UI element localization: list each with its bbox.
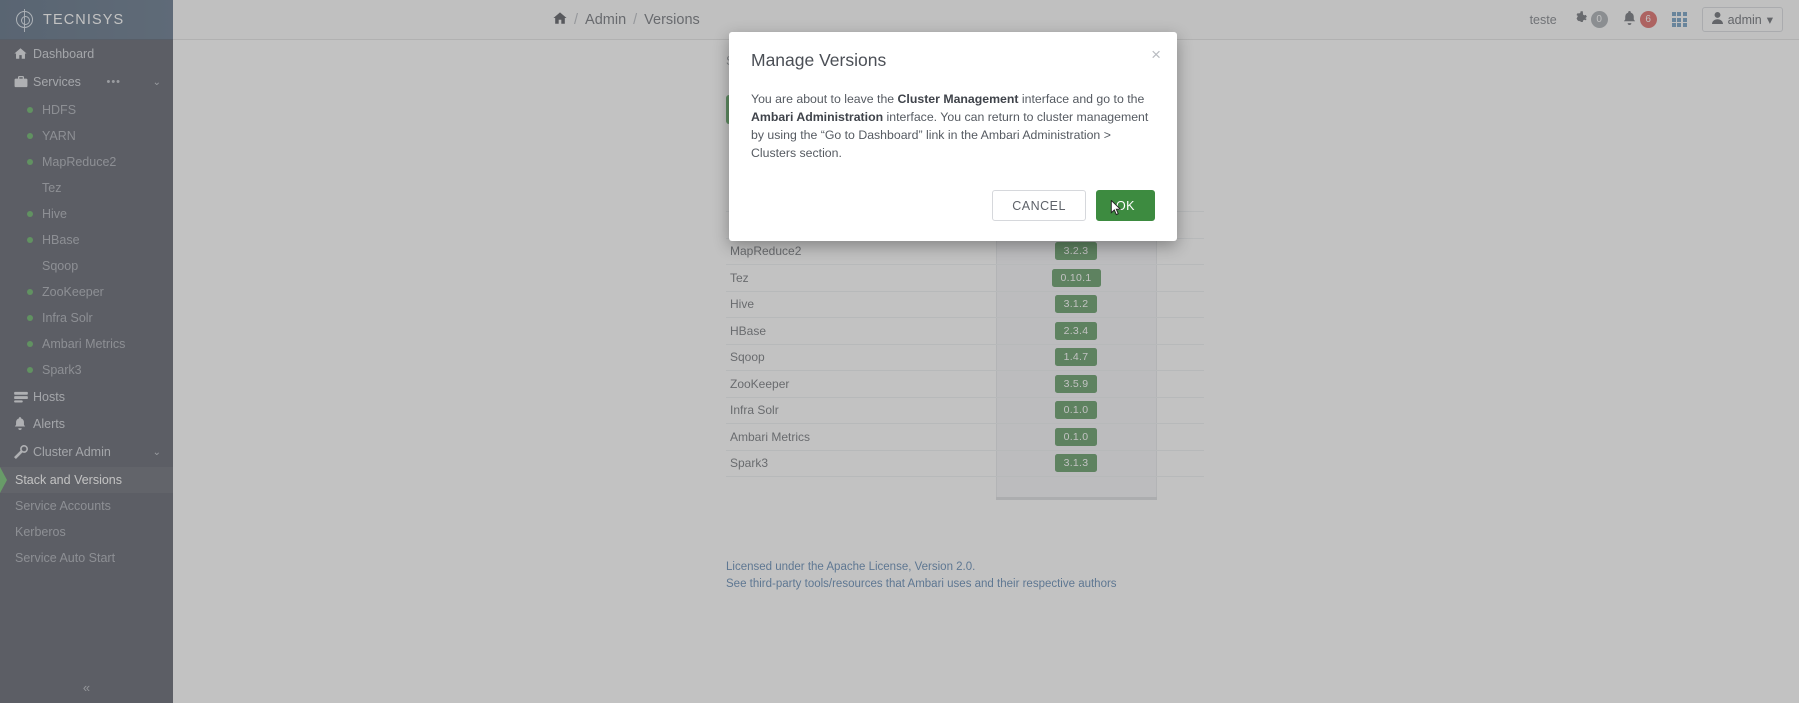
modal-text-1: You are about to leave the <box>751 92 898 106</box>
modal-header: Manage Versions × <box>729 32 1177 71</box>
close-icon[interactable]: × <box>1151 46 1161 63</box>
ok-button[interactable]: OK <box>1095 190 1155 221</box>
modal-title: Manage Versions <box>751 50 887 70</box>
ok-label: OK <box>1115 198 1135 213</box>
modal-text-bold-1: Cluster Management <box>897 92 1019 106</box>
cancel-button[interactable]: CANCEL <box>992 190 1086 221</box>
manage-versions-modal: Manage Versions × You are about to leave… <box>729 32 1177 241</box>
modal-body: You are about to leave the Cluster Manag… <box>729 71 1177 164</box>
app-root: TECNISYS Dashboard Services ••• ⌄ HDFS YA… <box>0 0 1799 703</box>
modal-text-bold-2: Ambari Administration <box>751 110 884 124</box>
modal-footer: CANCEL OK <box>729 164 1177 241</box>
modal-text-2: interface and go to the <box>1018 92 1145 106</box>
